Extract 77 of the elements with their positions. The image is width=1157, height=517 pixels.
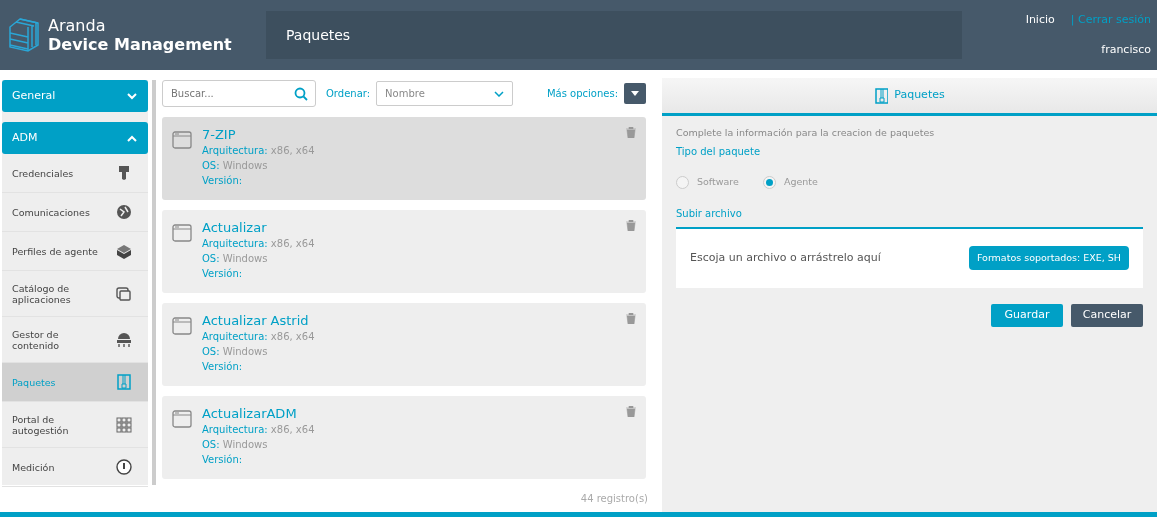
package-detail: OS: Windows <box>202 159 269 173</box>
package-icon <box>116 374 132 390</box>
sidebar-item[interactable]: Catálogo de aplicaciones <box>2 271 148 317</box>
search-field[interactable]: Buscar... <box>162 80 316 107</box>
formats-badge: Formatos soportados: EXE, SH <box>968 245 1129 271</box>
search-icon <box>294 87 308 101</box>
package-detail: Arquitectura: x86, x64 <box>202 144 315 158</box>
sidebar-item[interactable]: Perfiles de agente <box>2 232 148 271</box>
file-dropzone[interactable]: Escoja un archivo o arrástrelo aquí Formatos soportados: EXE, SH <box>676 226 1143 288</box>
gauge-icon <box>116 459 132 475</box>
package-card[interactable]: Actualizar Arquitectura: x86, x64 OS: Windows Versión: <box>162 210 646 293</box>
delete-button[interactable] <box>626 313 636 324</box>
cancel-button[interactable]: Cancelar <box>1071 303 1143 327</box>
chevron-down-icon <box>494 90 505 97</box>
sidebar-item[interactable]: Portal de autogestión <box>2 402 148 448</box>
window-icon <box>172 317 192 335</box>
package-detail: OS: Windows <box>202 252 269 266</box>
sidebar-item[interactable]: Medición <box>2 448 148 487</box>
trash-icon <box>626 313 636 324</box>
logout-link[interactable]: | Cerrar sesión <box>1070 11 1151 28</box>
logo-text: Device Management <box>48 34 232 54</box>
radio-option[interactable]: Agente <box>762 175 818 190</box>
window-icon <box>172 131 192 149</box>
logo-text: Aranda <box>48 16 107 35</box>
user-name: francisco <box>1101 42 1151 58</box>
sort-label: Ordenar: <box>326 87 371 101</box>
panel-tab[interactable]: Paquetes <box>662 78 1157 116</box>
radio-option[interactable]: Software <box>676 175 739 190</box>
trash-icon <box>626 220 636 231</box>
window-icon <box>172 224 192 242</box>
section-heading: Subir archivo <box>676 206 743 221</box>
caret-icon <box>631 91 639 96</box>
chevron-down-icon <box>126 92 138 100</box>
window-icon <box>172 410 192 428</box>
package-detail: Arquitectura: x86, x64 <box>202 330 315 344</box>
package-name: Actualizar Astrid <box>202 313 310 329</box>
grid-icon <box>116 416 132 433</box>
logo-icon <box>8 17 40 53</box>
package-detail: Versión: <box>202 360 244 374</box>
more-options-button[interactable] <box>624 83 646 104</box>
dropzone-text: Escoja un archivo o arrástrelo aquí <box>690 249 881 266</box>
package-detail: OS: Windows <box>202 345 269 359</box>
delete-button[interactable] <box>626 406 636 417</box>
section-header[interactable]: ADM <box>2 122 148 154</box>
package-detail: Arquitectura: x86, x64 <box>202 423 315 437</box>
page-title: Paquetes <box>266 11 962 59</box>
key-icon <box>116 165 132 181</box>
more-options-label: Más opciones: <box>546 87 618 101</box>
package-card[interactable]: ActualizarADM Arquitectura: x86, x64 OS: Windows Versión: <box>162 396 646 479</box>
package-name: Actualizar <box>202 220 268 236</box>
sidebar-item[interactable]: Comunicaciones <box>2 193 148 232</box>
sort-dropdown[interactable]: Nombre <box>376 81 514 106</box>
intro-text: Complete la información para la creacion de paquetes <box>676 126 936 140</box>
section-header[interactable]: General <box>2 80 148 112</box>
section-heading: Tipo del paquete <box>676 145 762 160</box>
package-detail: Arquitectura: x86, x64 <box>202 237 315 251</box>
package-name: 7-ZIP <box>202 127 237 143</box>
package-name: ActualizarADM <box>202 406 298 422</box>
package-icon <box>874 87 889 104</box>
package-detail: Versión: <box>202 453 244 467</box>
chevron-up-icon <box>126 134 138 142</box>
delete-button[interactable] <box>626 127 636 138</box>
server-icon <box>116 331 132 348</box>
delete-button[interactable] <box>626 220 636 231</box>
box-icon <box>116 243 132 259</box>
save-button[interactable]: Guardar <box>991 303 1063 327</box>
record-count: 44 registro(s) <box>579 492 649 506</box>
package-card[interactable]: Actualizar Astrid Arquitectura: x86, x64 OS: Windows Versión: <box>162 303 646 386</box>
sidebar-item[interactable]: Credenciales <box>2 154 148 193</box>
trash-icon <box>626 127 636 138</box>
package-detail: Versión: <box>202 174 244 188</box>
package-detail: Versión: <box>202 267 244 281</box>
home-link[interactable]: Inicio <box>1025 11 1055 28</box>
package-detail: OS: Windows <box>202 438 269 452</box>
sidebar-item[interactable]: Paquetes <box>2 363 148 402</box>
trash-icon <box>626 406 636 417</box>
package-card[interactable]: 7-ZIP Arquitectura: x86, x64 OS: Windows Versión: <box>162 117 646 200</box>
